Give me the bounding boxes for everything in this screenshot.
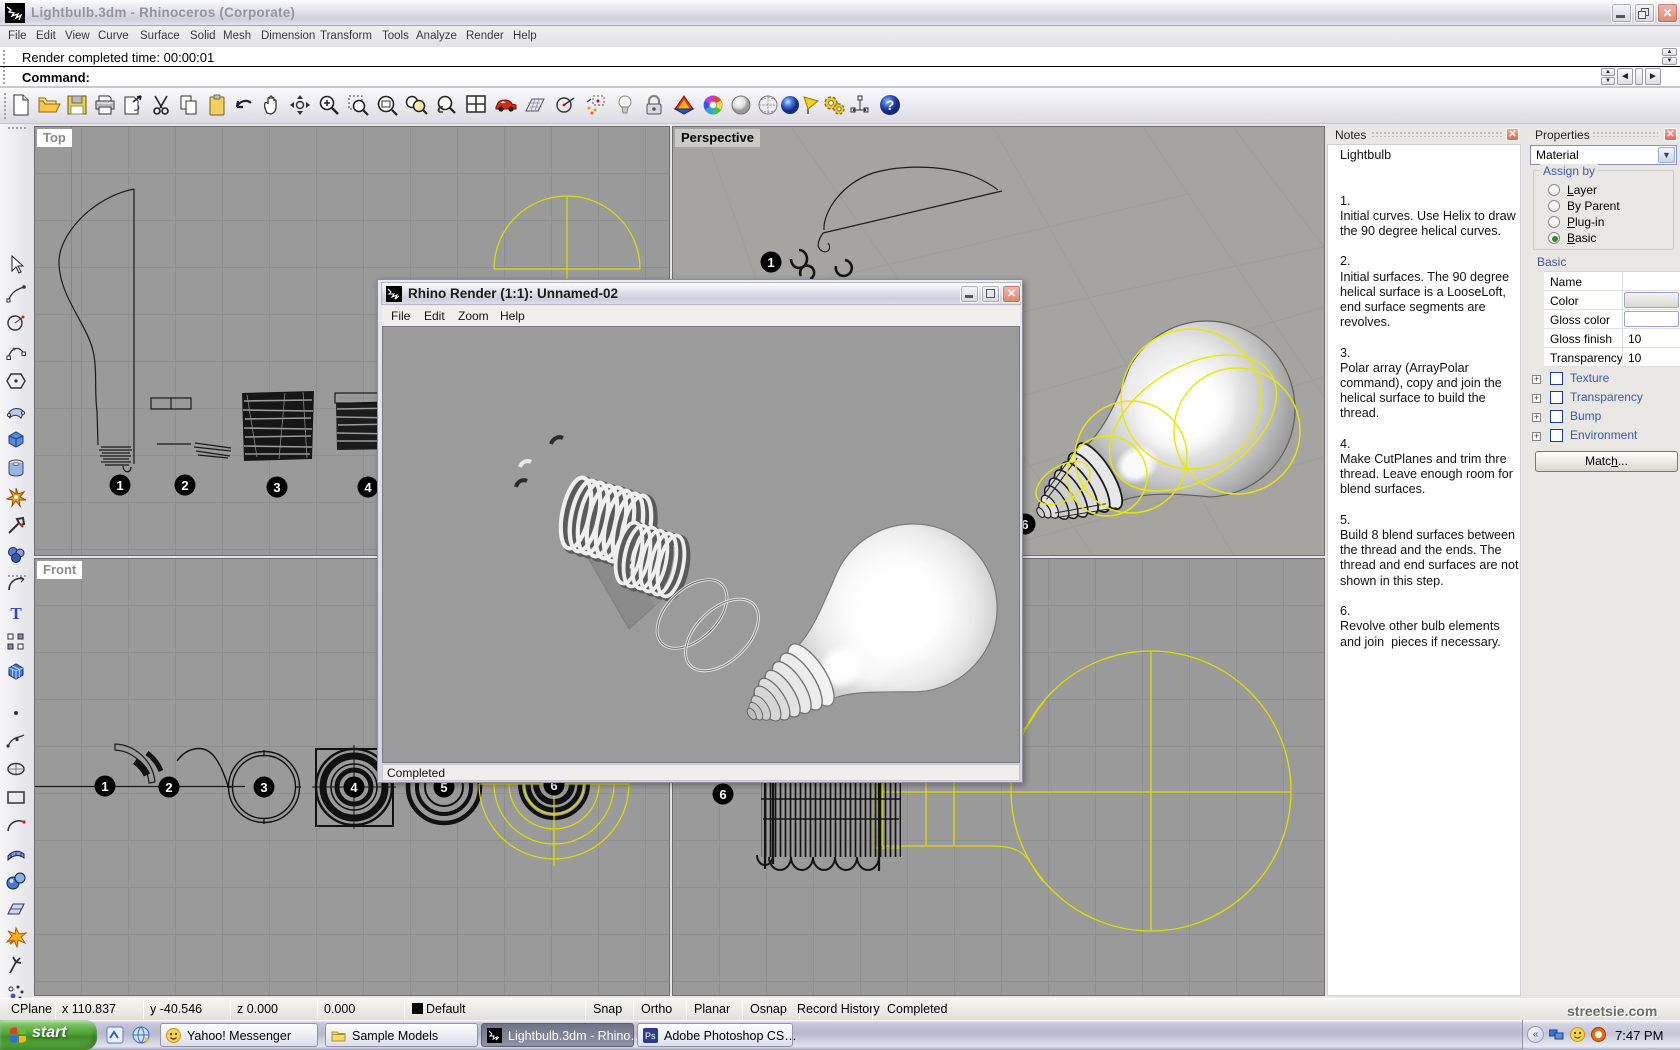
svg-text:2: 2 (181, 478, 188, 493)
svg-text:4: 4 (364, 480, 372, 495)
svg-text:1: 1 (767, 255, 774, 270)
svg-text:3: 3 (273, 480, 280, 495)
svg-text:T: T (10, 604, 22, 623)
svg-text:6: 6 (719, 787, 726, 802)
svg-text:2: 2 (165, 780, 172, 795)
svg-text:1: 1 (116, 478, 123, 493)
svg-text:4: 4 (350, 780, 358, 795)
svg-text:1: 1 (101, 779, 108, 794)
svg-text:3: 3 (260, 780, 267, 795)
svg-text:Ps: Ps (645, 1031, 656, 1041)
svg-text:?: ? (886, 97, 895, 113)
